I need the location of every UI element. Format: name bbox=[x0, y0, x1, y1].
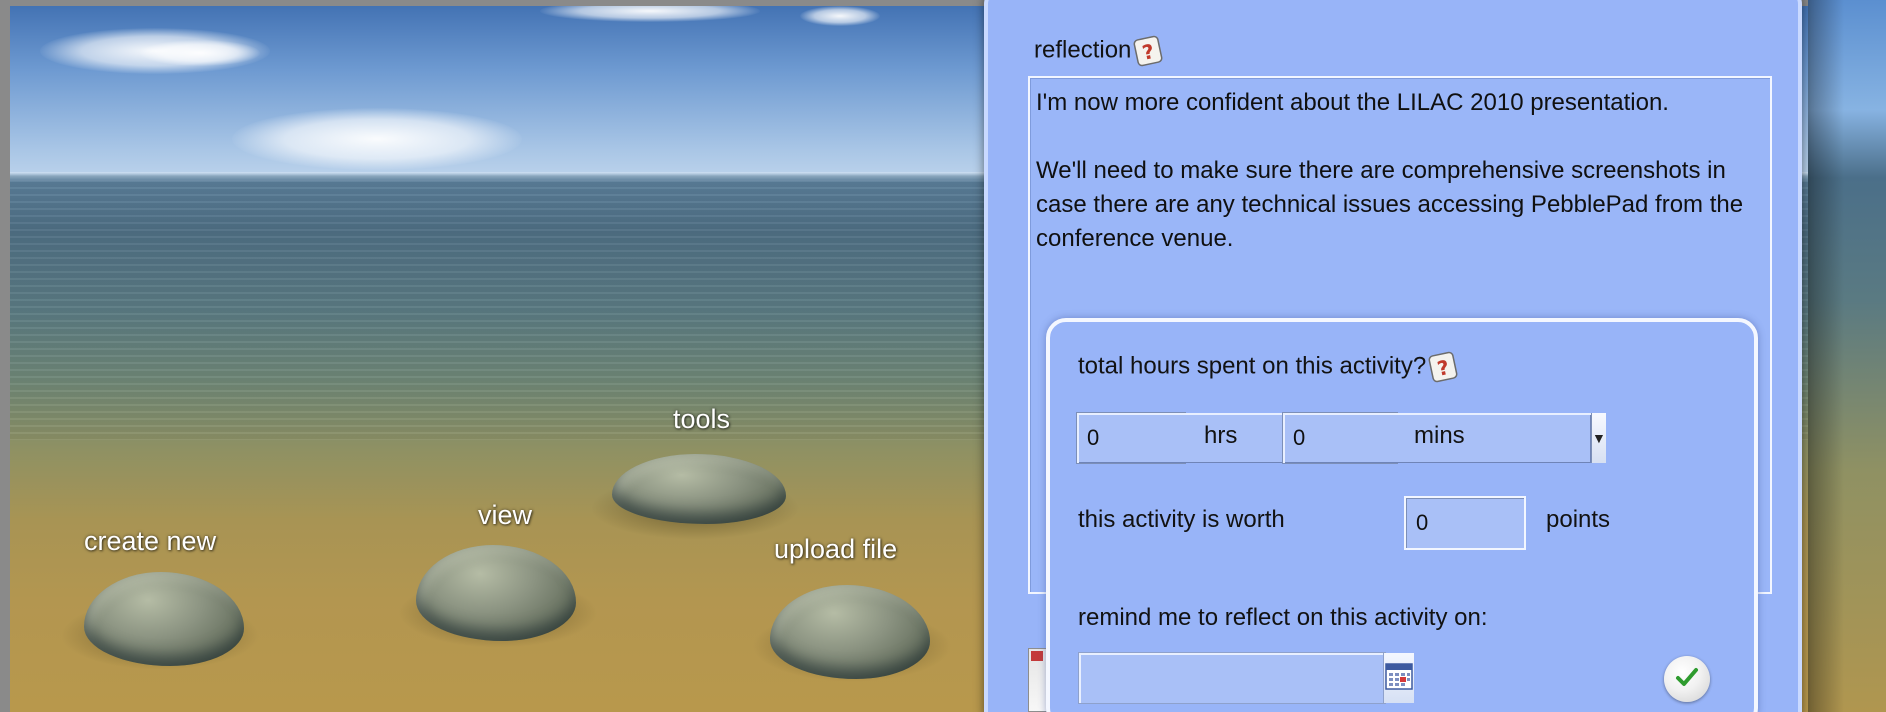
chevron-down-icon: ▼ bbox=[1592, 430, 1606, 446]
upload-file-label[interactable]: upload file bbox=[774, 534, 897, 565]
calendar-icon bbox=[1384, 661, 1414, 696]
calendar-side-tab[interactable] bbox=[1028, 648, 1048, 712]
points-unit: points bbox=[1546, 506, 1611, 533]
mins-unit: mins bbox=[1414, 422, 1465, 449]
cloud bbox=[800, 6, 880, 26]
create-new-label[interactable]: create new bbox=[84, 526, 216, 557]
hours-question-label: total hours spent on this activity? bbox=[1078, 352, 1427, 380]
calendar-button[interactable] bbox=[1384, 653, 1414, 703]
mins-dropdown-button[interactable]: ▼ bbox=[1592, 413, 1606, 463]
view-label[interactable]: view bbox=[478, 500, 532, 531]
hours-select[interactable]: ▼ bbox=[1076, 412, 1400, 464]
reflection-paragraph: I'm now more confident about the LILAC 2… bbox=[1036, 89, 1669, 116]
remind-label: remind me to reflect on this activity on… bbox=[1078, 604, 1488, 631]
tools-label[interactable]: tools bbox=[673, 404, 730, 435]
confirm-button[interactable] bbox=[1664, 656, 1710, 702]
remind-date-field[interactable] bbox=[1078, 652, 1414, 704]
hours-question: total hours spent on this activity?? bbox=[1078, 350, 1460, 384]
help-icon[interactable]: ? bbox=[1426, 350, 1460, 384]
checkmark-icon bbox=[1673, 663, 1701, 696]
help-icon[interactable]: ? bbox=[1131, 34, 1165, 68]
cloud bbox=[140, 40, 260, 66]
points-input[interactable] bbox=[1404, 496, 1526, 550]
background-edge bbox=[1808, 0, 1886, 712]
cloud bbox=[232, 108, 522, 170]
mins-select[interactable]: ▼ bbox=[1282, 412, 1606, 464]
reflection-label: reflection bbox=[1034, 36, 1132, 64]
remind-date-input[interactable] bbox=[1079, 653, 1384, 703]
hours-unit: hrs bbox=[1204, 422, 1238, 449]
worth-label: this activity is worth bbox=[1078, 506, 1285, 533]
reflection-paragraph: We'll need to make sure there are compre… bbox=[1036, 157, 1744, 252]
reflection-heading: reflection? bbox=[1034, 34, 1165, 68]
